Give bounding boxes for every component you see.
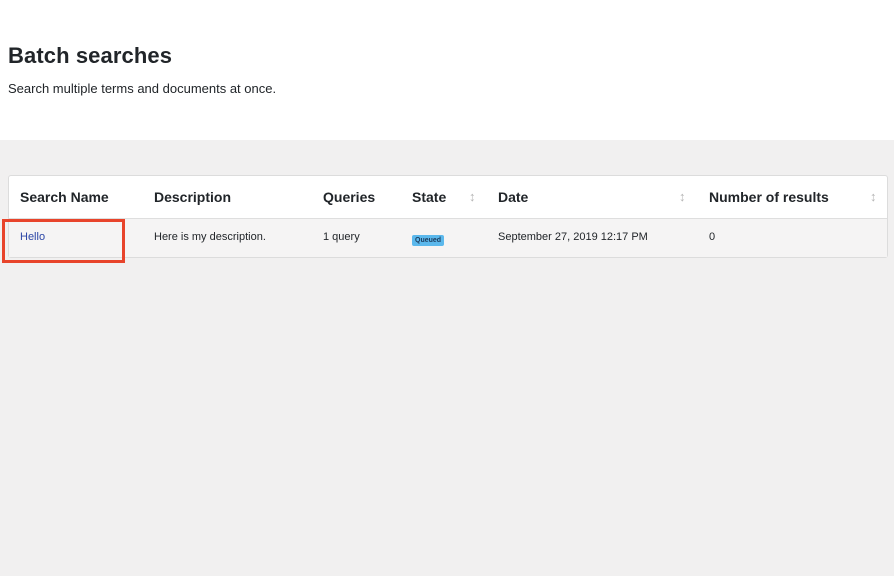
row-description: Here is my description.: [154, 231, 266, 243]
row-queries: 1 query: [323, 231, 360, 243]
page-header: Batch searches Search multiple terms and…: [0, 0, 894, 140]
column-header-description: Description: [154, 189, 232, 205]
main-content: Search Name Description Queries State ↕ …: [0, 140, 894, 576]
table-header: Search Name Description Queries State ↕ …: [9, 176, 887, 219]
column-header-number-of-results[interactable]: Number of results: [709, 189, 829, 205]
page-subtitle: Search multiple terms and documents at o…: [8, 81, 277, 96]
table-row: Hello Here is my description. 1 query Qu…: [9, 219, 887, 257]
status-badge: Queued: [412, 235, 445, 246]
row-number-of-results: 0: [709, 231, 716, 243]
column-header-search-name: Search Name: [20, 189, 109, 205]
column-header-state[interactable]: State: [412, 189, 446, 205]
row-date: September 27, 2019 12:17 PM: [498, 231, 648, 243]
search-name-link[interactable]: Hello: [20, 231, 45, 243]
sort-arrows-icon[interactable]: ↕: [679, 190, 686, 203]
batch-searches-table: Search Name Description Queries State ↕ …: [8, 175, 888, 258]
page-title: Batch searches: [8, 43, 173, 68]
column-header-queries: Queries: [323, 189, 376, 205]
sort-arrows-icon[interactable]: ↕: [870, 190, 877, 203]
column-header-date[interactable]: Date: [498, 189, 528, 205]
sort-arrows-icon[interactable]: ↕: [469, 190, 476, 203]
